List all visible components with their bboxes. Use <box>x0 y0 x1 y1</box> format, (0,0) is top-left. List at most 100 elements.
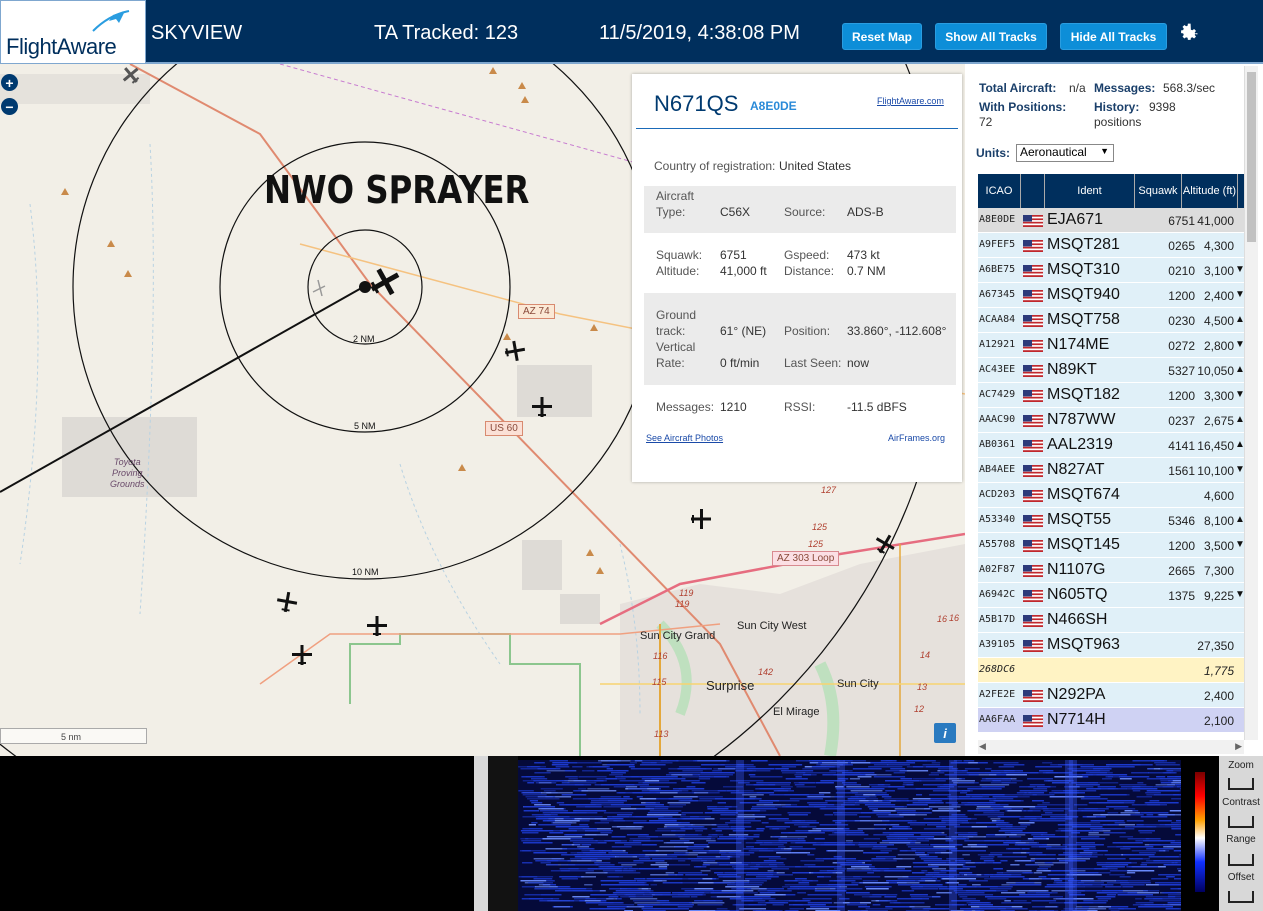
aircraft-icon[interactable] <box>873 532 897 556</box>
flightaware-logo[interactable]: FlightAware <box>0 0 146 64</box>
contrast-label: Contrast <box>1222 797 1260 808</box>
aircraft-icon[interactable] <box>275 590 299 614</box>
place-label-toyota: Toyota Proving Grounds <box>110 457 145 490</box>
offset-slider[interactable] <box>1228 891 1254 903</box>
show-all-tracks-button[interactable]: Show All Tracks <box>935 23 1047 50</box>
col-altitude[interactable]: Altitude (ft) <box>1182 174 1238 208</box>
vrate-label-line1: Vertical <box>656 340 696 354</box>
col-squawk[interactable]: Squawk <box>1135 174 1182 208</box>
units-select[interactable]: Aeronautical ▼ <box>1016 144 1114 162</box>
units-label: Units: <box>976 146 1010 160</box>
row-ident: MSQT182 <box>1047 386 1120 403</box>
flightaware-link[interactable]: FlightAware.com <box>877 96 944 106</box>
table-row[interactable]: A67345 MSQT940 1200 2,400 ▼ <box>978 283 1246 308</box>
source-label: Source: <box>784 205 826 219</box>
aircraft-photos-link[interactable]: See Aircraft Photos <box>646 433 723 443</box>
table-row[interactable]: A8E0DE EJA671 6751 41,000 <box>978 208 1246 233</box>
road-number: 14 <box>920 650 931 660</box>
gear-icon[interactable] <box>1177 22 1201 46</box>
place-line: Grounds <box>110 479 145 489</box>
aircraft-icon[interactable] <box>503 339 527 363</box>
place-label-el-mirage: El Mirage <box>773 706 820 718</box>
road-number: 113 <box>654 729 669 739</box>
row-icao: AB4AEE <box>979 464 1016 475</box>
gray-area <box>517 365 592 417</box>
table-row[interactable]: A02F87 N1107G 2665 7,300 <box>978 558 1246 583</box>
history-label: History: <box>1094 100 1140 114</box>
row-ident: MSQT145 <box>1047 536 1120 553</box>
waterfall-display[interactable] <box>518 760 1181 911</box>
table-row[interactable]: A6942C N605TQ 1375 9,225 ▼ <box>978 583 1246 608</box>
lastseen-value: now <box>847 356 870 370</box>
col-ident[interactable]: Ident <box>1045 174 1135 208</box>
gspeed-value: 473 kt <box>847 248 880 262</box>
road-number: 13 <box>917 682 928 692</box>
messages-label: Messages: <box>656 400 715 414</box>
position-label: Position: <box>784 324 831 338</box>
table-hscrollbar[interactable]: ◀ ▶ <box>978 740 1244 754</box>
table-row[interactable]: AB0361 AAL2319 4141 16,450 ▲ <box>978 433 1246 458</box>
scroll-right-icon[interactable]: ▶ <box>1235 741 1242 752</box>
us-flag-icon <box>1023 615 1043 627</box>
zoom-in-button[interactable]: + <box>1 74 18 91</box>
airframes-link[interactable]: AirFrames.org <box>888 433 945 443</box>
col-icao[interactable]: ICAO <box>978 174 1021 208</box>
col-flag[interactable] <box>1021 174 1045 208</box>
zoom-out-button[interactable]: − <box>1 98 18 115</box>
logo-text: FlightAware <box>6 34 117 59</box>
aircraft-icon[interactable] <box>365 614 389 638</box>
table-row[interactable]: AA6FAA N7714H 2,100 <box>978 708 1246 733</box>
nwo-sprayer-annotation: NWO SPRAYER <box>264 168 530 212</box>
panel-divider[interactable] <box>474 756 488 911</box>
row-altitude: 10,050 <box>1197 364 1234 378</box>
table-row[interactable]: ACD203 MSQT674 4,600 <box>978 483 1246 508</box>
table-row[interactable]: AC43EE N89KT 5327 10,050 ▲ <box>978 358 1246 383</box>
table-row[interactable]: A5B17D N466SH <box>978 608 1246 633</box>
sidebar-scrollbar[interactable] <box>1244 66 1258 740</box>
table-row[interactable]: A12921 N174ME 0272 2,800 ▼ <box>978 333 1246 358</box>
table-row[interactable]: A55708 MSQT145 1200 3,500 ▼ <box>978 533 1246 558</box>
range-slider[interactable] <box>1228 854 1254 866</box>
table-row[interactable]: AAAC90 N787WW 0237 2,675 ▲ <box>978 408 1246 433</box>
table-row[interactable]: AB4AEE N827AT 1561 10,100 ▼ <box>978 458 1246 483</box>
aircraft-icon[interactable] <box>530 395 554 419</box>
history-unit: positions <box>1094 115 1142 129</box>
zoom-slider[interactable] <box>1228 778 1254 790</box>
contrast-slider[interactable] <box>1228 816 1254 828</box>
selected-icao: A8E0DE <box>750 99 797 113</box>
table-row[interactable]: ACAA84 MSQT758 0230 4,500 ▲ <box>978 308 1246 333</box>
selected-aircraft-icon[interactable] <box>367 264 403 300</box>
aircraft-icon[interactable] <box>689 507 713 531</box>
gray-area <box>560 594 600 624</box>
scrollbar-thumb[interactable] <box>1247 72 1256 242</box>
row-ident: MSQT940 <box>1047 286 1120 303</box>
hide-all-tracks-button[interactable]: Hide All Tracks <box>1060 23 1167 50</box>
table-row[interactable]: A53340 MSQT55 5346 8,100 ▲ <box>978 508 1246 533</box>
rssi-value: -11.5 dBFS <box>847 400 907 414</box>
table-row[interactable]: A9FEF5 MSQT281 0265 4,300 <box>978 233 1246 258</box>
table-row[interactable]: 268DC6 1,775 <box>978 658 1246 683</box>
range-label-10nm: 10 NM <box>352 567 379 577</box>
row-altitude: 2,675 <box>1203 414 1234 428</box>
aircraft-icon[interactable] <box>120 64 142 86</box>
road-number: 127 <box>821 485 837 495</box>
place-label-sun-city: Sun City <box>837 678 879 690</box>
info-icon[interactable]: i <box>934 723 956 743</box>
table-row[interactable]: A39105 MSQT963 27,350 <box>978 633 1246 658</box>
row-ident: MSQT281 <box>1047 236 1120 253</box>
table-row[interactable]: A2FE2E N292PA 2,400 <box>978 683 1246 708</box>
scroll-left-icon[interactable]: ◀ <box>979 741 986 752</box>
source-value: ADS-B <box>847 205 884 219</box>
aircraft-icon[interactable] <box>290 643 314 667</box>
row-icao: A02F87 <box>979 564 1016 575</box>
table-row[interactable]: A6BE75 MSQT310 0210 3,100 ▼ <box>978 258 1246 283</box>
row-ident: N292PA <box>1047 686 1106 703</box>
row-altitude: 4,300 <box>1203 239 1234 253</box>
road-number: 116 <box>653 651 668 661</box>
row-altitude: 3,500 <box>1203 539 1234 553</box>
us-flag-icon <box>1023 640 1043 652</box>
table-row[interactable]: AC7429 MSQT182 1200 3,300 ▼ <box>978 383 1246 408</box>
track-row-bg <box>644 293 956 385</box>
reset-map-button[interactable]: Reset Map <box>842 23 922 50</box>
aircraft-type-label-line1: Aircraft <box>656 189 695 203</box>
